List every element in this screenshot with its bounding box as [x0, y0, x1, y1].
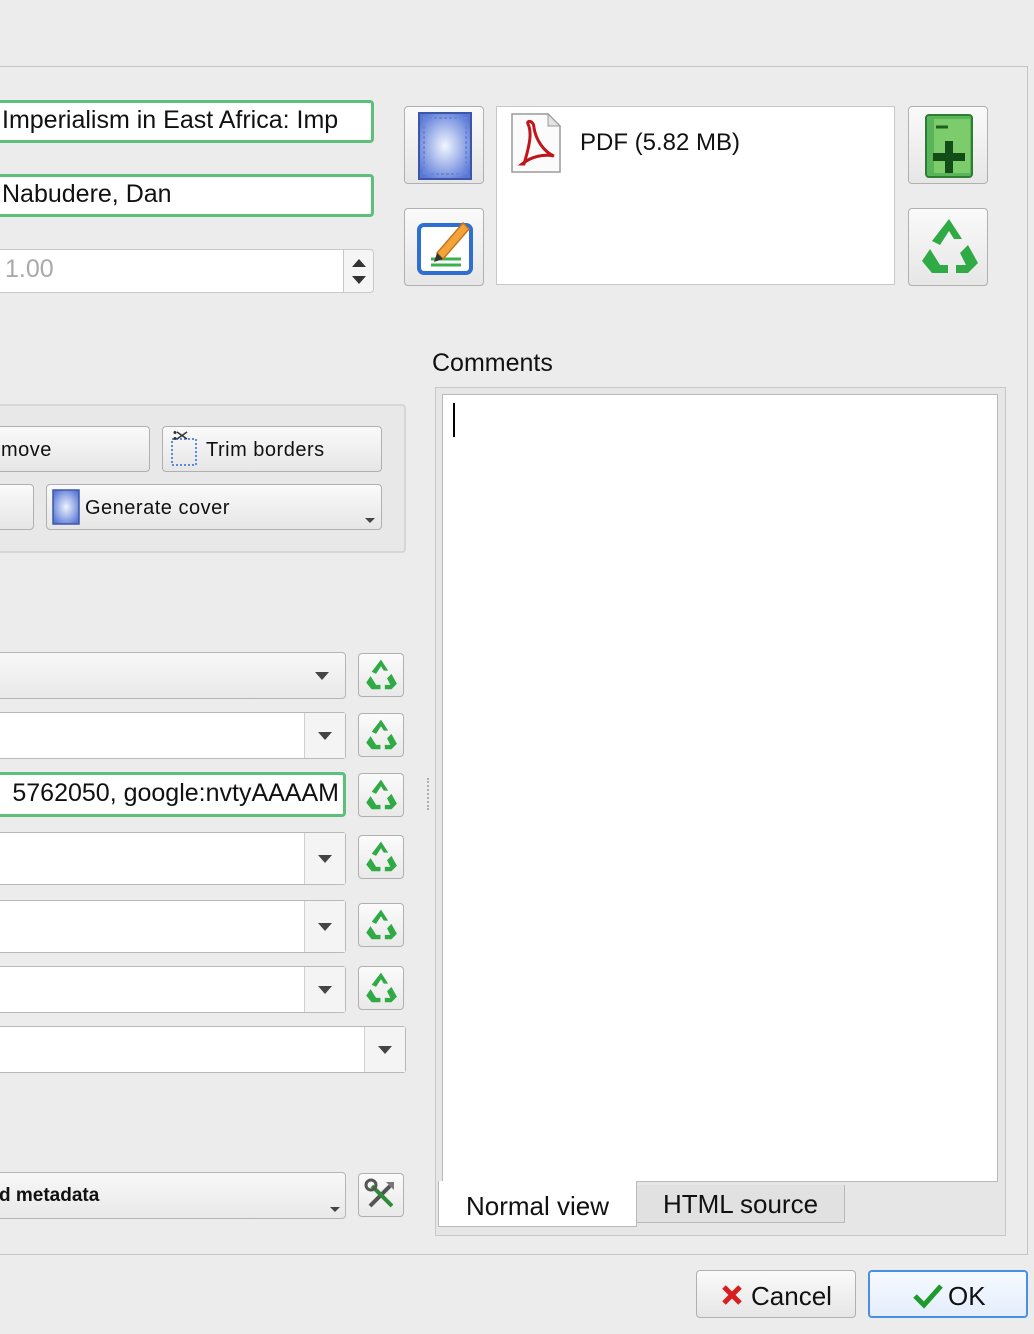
author-field[interactable]: Nabudere, Dan: [0, 174, 374, 217]
dropdown-arrow-icon: [318, 985, 332, 994]
recycle-icon: [366, 972, 397, 1003]
tab-normal-view[interactable]: Normal view: [438, 1181, 637, 1227]
tab-normal-view-label: Normal view: [465, 1191, 610, 1221]
languages-dropdown-arrow[interactable]: [304, 833, 345, 884]
clear-publisher-button[interactable]: [358, 653, 404, 697]
title-field[interactable]: Imperialism in East Africa: Imp: [0, 100, 374, 143]
dropdown-arrow-icon[interactable]: [315, 671, 329, 680]
add-book-icon: [925, 114, 973, 178]
dropdown-arrow-icon: [318, 731, 332, 740]
remove-format-button[interactable]: [908, 208, 988, 286]
pdf-file-icon: [511, 112, 562, 173]
remove-cover-button[interactable]: move: [0, 426, 150, 472]
cover-image-icon: [418, 112, 472, 180]
edit-book-button[interactable]: [404, 208, 484, 286]
generate-cover-button[interactable]: Generate cover: [46, 484, 382, 530]
comments-label: Comments: [432, 349, 553, 377]
series-index-input[interactable]: 1.00: [0, 249, 344, 293]
ok-button[interactable]: OK: [868, 1270, 1028, 1318]
recycle-icon: [922, 219, 978, 273]
generate-cover-icon: [52, 489, 80, 525]
stepper-down-icon[interactable]: [352, 276, 366, 284]
text-cursor: [453, 403, 455, 437]
clear-identifiers-button[interactable]: [358, 773, 404, 817]
dropdown-arrow-icon: [378, 1045, 392, 1054]
tags-dropdown-arrow[interactable]: [304, 713, 345, 758]
menu-indicator-icon: [330, 1207, 340, 1212]
series-index-stepper[interactable]: [343, 249, 374, 293]
rating-combo[interactable]: [0, 966, 346, 1013]
recycle-icon: [366, 779, 397, 810]
recycle-icon: [366, 659, 397, 690]
identifiers-field[interactable]: 5762050, google:nvtyAAAAM: [0, 772, 346, 817]
publisher-combo[interactable]: [0, 652, 346, 699]
add-format-button[interactable]: [908, 106, 988, 184]
trim-borders-label: Trim borders: [206, 439, 325, 461]
languages-combo[interactable]: [0, 832, 346, 885]
recycle-icon: [366, 841, 397, 872]
splitter-handle[interactable]: [427, 778, 430, 810]
clear-series-button[interactable]: [358, 903, 404, 947]
date-combo[interactable]: [0, 1026, 406, 1073]
series-dropdown-arrow[interactable]: [304, 901, 345, 952]
stepper-up-icon[interactable]: [352, 259, 366, 267]
download-metadata-button[interactable]: d metadata: [0, 1172, 346, 1219]
tab-html-source[interactable]: HTML source: [636, 1185, 845, 1223]
checkmark-icon: [913, 1284, 943, 1309]
format-item-pdf[interactable]: PDF (5.82 MB): [497, 107, 894, 179]
configure-download-button[interactable]: [358, 1173, 404, 1217]
clear-languages-button[interactable]: [358, 835, 404, 879]
date-dropdown-arrow[interactable]: [364, 1027, 405, 1072]
download-metadata-label: d metadata: [0, 1185, 100, 1206]
comments-editor[interactable]: [442, 394, 998, 1182]
menu-indicator-icon: [365, 518, 375, 523]
clear-rating-button[interactable]: [358, 966, 404, 1010]
download-cover-button[interactable]: [0, 484, 34, 530]
rating-dropdown-arrow[interactable]: [304, 967, 345, 1012]
recycle-icon: [366, 909, 397, 940]
cancel-x-icon: [722, 1285, 742, 1305]
ok-label: OK: [948, 1281, 986, 1311]
cancel-button[interactable]: Cancel: [696, 1270, 856, 1318]
formats-list[interactable]: PDF (5.82 MB): [496, 106, 895, 285]
trim-borders-icon: [171, 431, 197, 466]
generate-cover-label: Generate cover: [85, 497, 230, 519]
recycle-icon: [366, 719, 397, 750]
format-label: PDF (5.82 MB): [580, 129, 741, 156]
series-combo[interactable]: [0, 900, 346, 953]
dropdown-arrow-icon: [318, 922, 332, 931]
tools-icon: [364, 1178, 394, 1208]
dropdown-arrow-icon: [318, 854, 332, 863]
trim-borders-button[interactable]: Trim borders: [162, 426, 382, 472]
cancel-label: Cancel: [751, 1281, 832, 1311]
remove-cover-label: move: [1, 439, 52, 461]
tags-combo[interactable]: [0, 712, 346, 759]
cover-browse-button[interactable]: [404, 106, 484, 184]
tab-html-source-label: HTML source: [662, 1189, 819, 1219]
clear-tags-button[interactable]: [358, 713, 404, 757]
edit-pencil-icon: [417, 221, 473, 275]
